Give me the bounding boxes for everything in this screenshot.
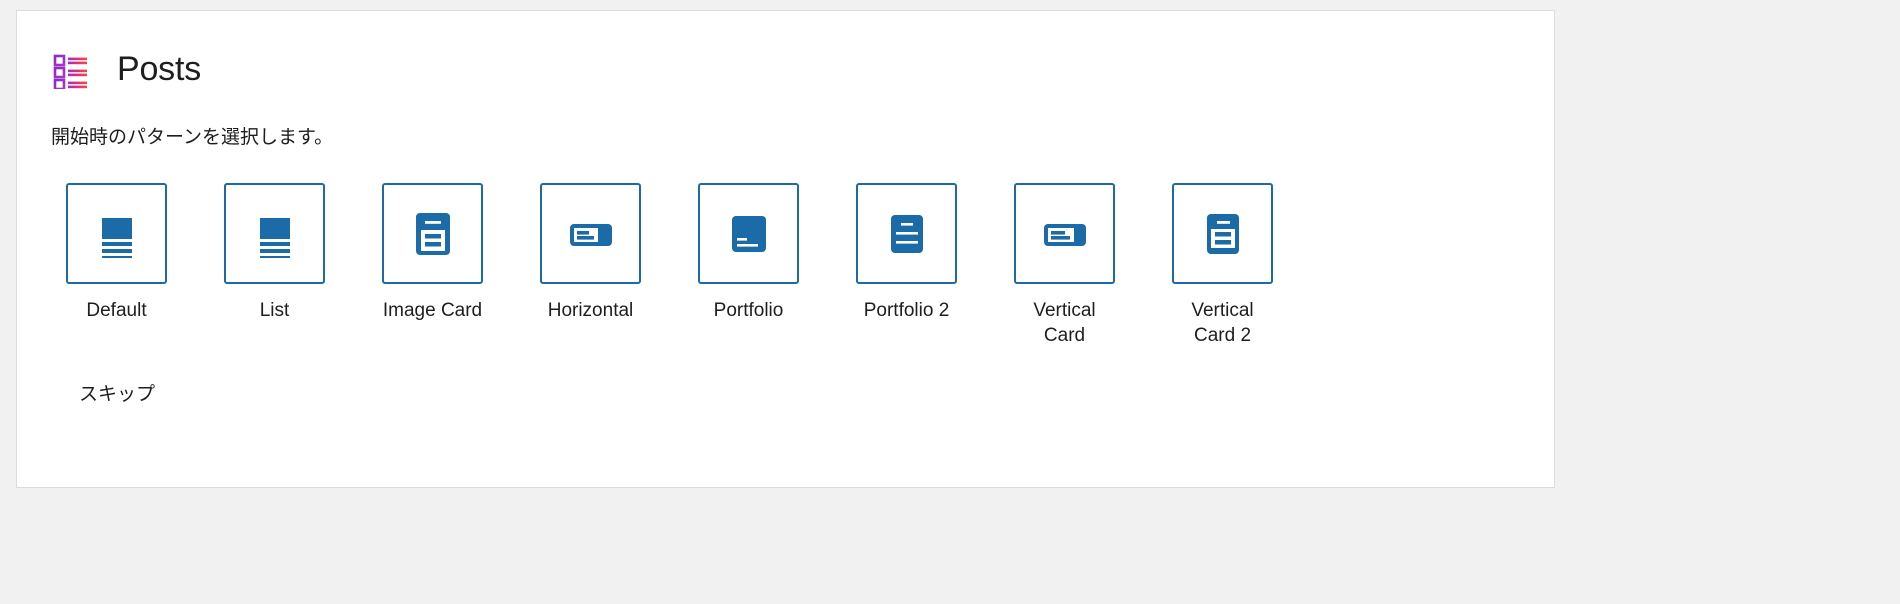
pattern-label: Default	[86, 300, 147, 321]
panel-content: Posts 開始時のパターンを選択します。 Default List Image…	[17, 11, 1554, 408]
pattern-default-icon	[93, 210, 141, 258]
pattern-image-card-icon	[409, 210, 457, 258]
pattern-option-vertical-card-2[interactable]: Vertical Card 2	[1172, 183, 1273, 348]
pattern-label: Horizontal	[547, 300, 634, 321]
pattern-selection-panel: Posts 開始時のパターンを選択します。 Default List Image…	[16, 10, 1555, 488]
pattern-option-image-card[interactable]: Image Card	[382, 183, 483, 323]
panel-header: Posts	[51, 41, 1520, 97]
pattern-thumbnail[interactable]	[66, 183, 167, 284]
skip-row: スキップ	[51, 382, 1520, 408]
pattern-thumbnail[interactable]	[1014, 183, 1115, 284]
pattern-option-portfolio-2[interactable]: Portfolio 2	[856, 183, 957, 323]
skip-link[interactable]: スキップ	[79, 382, 155, 408]
pattern-vertical-card-icon	[1041, 210, 1089, 258]
pattern-option-list[interactable]: List	[224, 183, 325, 323]
pattern-option-horizontal[interactable]: Horizontal	[540, 183, 641, 323]
panel-description: 開始時のパターンを選択します。	[51, 127, 334, 148]
pattern-thumbnail[interactable]	[224, 183, 325, 284]
pattern-portfolio-2-icon	[883, 210, 931, 258]
pattern-portfolio-icon	[725, 210, 773, 258]
pattern-list: Default List Image Card Horizontal Portf…	[51, 183, 1520, 348]
pattern-label: Vertical Card 2	[1191, 300, 1254, 346]
pattern-label: Vertical Card	[1033, 300, 1096, 346]
page-title: Posts	[117, 50, 202, 88]
pattern-option-portfolio[interactable]: Portfolio	[698, 183, 799, 323]
app-screen: Posts 開始時のパターンを選択します。 Default List Image…	[0, 0, 1900, 604]
pattern-thumbnail[interactable]	[1172, 183, 1273, 284]
pattern-label: Portfolio 2	[863, 300, 950, 321]
pattern-option-vertical-card[interactable]: Vertical Card	[1014, 183, 1115, 348]
pattern-thumbnail[interactable]	[382, 183, 483, 284]
pattern-vertical-card-2-icon	[1199, 210, 1247, 258]
pattern-thumbnail[interactable]	[698, 183, 799, 284]
posts-list-icon	[51, 49, 91, 91]
pattern-label: List	[259, 300, 290, 321]
pattern-option-default[interactable]: Default	[66, 183, 167, 323]
pattern-label: Portfolio	[713, 300, 784, 321]
pattern-horizontal-icon	[567, 210, 615, 258]
pattern-thumbnail[interactable]	[856, 183, 957, 284]
pattern-label: Image Card	[382, 300, 483, 321]
pattern-list-icon	[251, 210, 299, 258]
pattern-thumbnail[interactable]	[540, 183, 641, 284]
